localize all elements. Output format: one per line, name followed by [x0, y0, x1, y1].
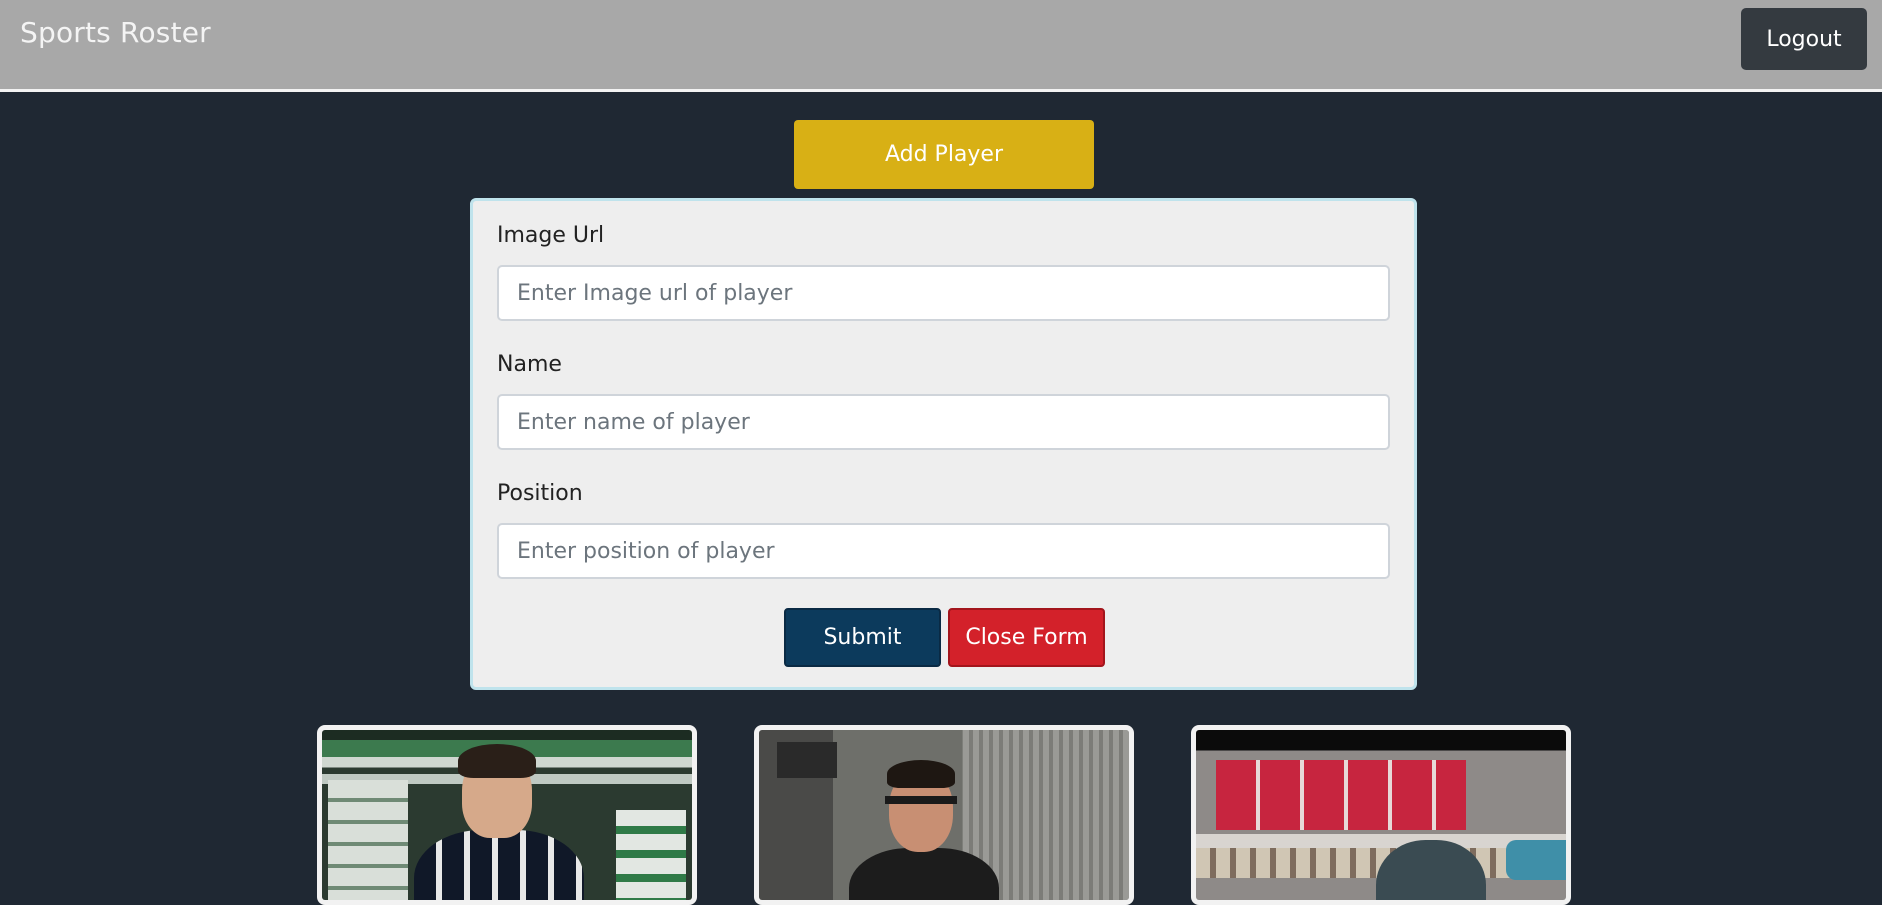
- image-detail: [414, 830, 584, 900]
- player-card[interactable]: [1191, 725, 1571, 905]
- player-card[interactable]: [754, 725, 1134, 905]
- image-detail: [328, 780, 408, 900]
- image-detail: [849, 848, 999, 900]
- image-detail: [458, 744, 536, 778]
- player-image: [1196, 730, 1566, 900]
- image-detail: [616, 810, 686, 900]
- add-player-button[interactable]: Add Player: [794, 120, 1094, 189]
- player-image: [759, 730, 1129, 900]
- image-detail: [887, 760, 955, 788]
- position-input[interactable]: [497, 523, 1390, 579]
- position-label: Position: [497, 481, 583, 506]
- name-input[interactable]: [497, 394, 1390, 450]
- navbar: Sports Roster Logout: [0, 0, 1882, 92]
- image-detail: [1506, 840, 1566, 880]
- image-url-input[interactable]: [497, 265, 1390, 321]
- player-image: [322, 730, 692, 900]
- name-label: Name: [497, 352, 562, 377]
- image-url-label: Image Url: [497, 223, 605, 248]
- close-form-button[interactable]: Close Form: [948, 608, 1105, 667]
- add-player-form: Image Url Name Position Submit Close For…: [470, 198, 1417, 690]
- image-detail: [777, 742, 837, 778]
- image-detail: [885, 796, 957, 804]
- player-card[interactable]: [317, 725, 697, 905]
- image-detail: [1216, 760, 1466, 830]
- logout-button[interactable]: Logout: [1741, 8, 1867, 70]
- submit-button[interactable]: Submit: [784, 608, 941, 667]
- brand-title[interactable]: Sports Roster: [20, 16, 211, 49]
